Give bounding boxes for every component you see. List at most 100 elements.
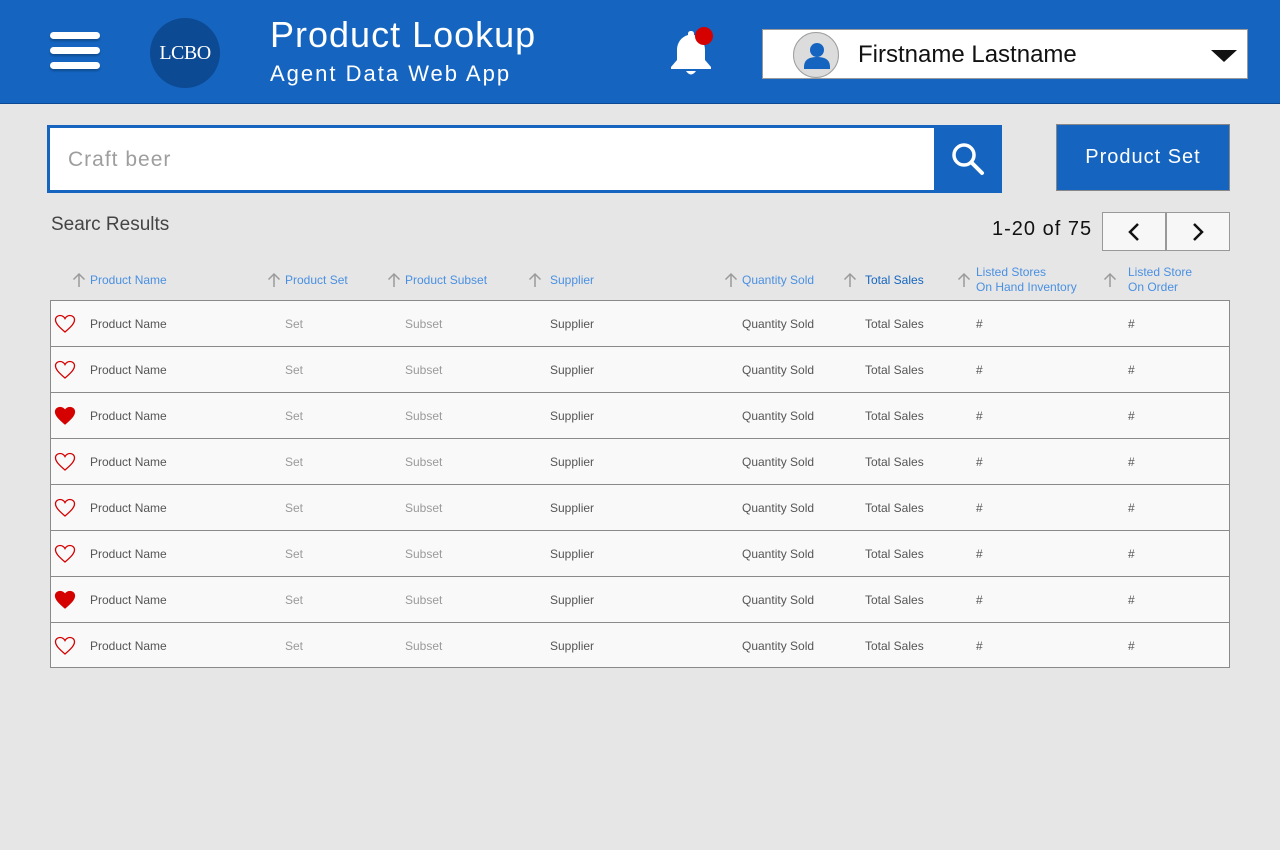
cell-supplier: Supplier bbox=[550, 363, 595, 377]
avatar bbox=[793, 32, 839, 78]
product-set-button[interactable]: Product Set bbox=[1056, 124, 1230, 191]
cell-product-name: Product Name bbox=[90, 409, 167, 423]
col-quantity-sold[interactable]: Quantity Sold bbox=[742, 273, 814, 288]
cell-on-order: # bbox=[1128, 363, 1135, 377]
cell-on-hand: # bbox=[976, 455, 983, 469]
table-row[interactable]: Product Name Set Subset Supplier Quantity So… bbox=[51, 531, 1229, 577]
cell-total-sales: Total Sales bbox=[865, 501, 924, 515]
col-product-set[interactable]: Product Set bbox=[285, 273, 348, 288]
cell-product-name: Product Name bbox=[90, 455, 167, 469]
cell-product-subset: Subset bbox=[405, 639, 443, 653]
cell-total-sales: Total Sales bbox=[865, 317, 924, 331]
app-subtitle: Agent Data Web App bbox=[270, 61, 512, 86]
column-header-label: Supplier bbox=[550, 273, 595, 287]
search-icon bbox=[952, 143, 984, 175]
hamburger-icon[interactable] bbox=[50, 31, 101, 73]
cell-total-sales: Total Sales bbox=[865, 547, 924, 561]
heart-outline-icon[interactable] bbox=[54, 636, 76, 656]
column-header-label: Total Sales bbox=[865, 273, 924, 287]
heart-outline-icon[interactable] bbox=[54, 498, 76, 518]
col-product-name[interactable]: Product Name bbox=[90, 273, 167, 288]
table-row[interactable]: Product Name Set Subset Supplier Quantity So… bbox=[51, 577, 1229, 623]
sort-arrow-icon[interactable] bbox=[957, 272, 971, 288]
cell-product-name: Product Name bbox=[90, 593, 167, 607]
cell-on-order: # bbox=[1128, 593, 1135, 607]
cell-on-hand: # bbox=[976, 501, 983, 515]
sort-arrow-icon[interactable] bbox=[387, 272, 401, 288]
notification-badge bbox=[695, 27, 713, 45]
cell-product-subset: Subset bbox=[405, 455, 443, 469]
cell-on-order: # bbox=[1128, 409, 1135, 423]
chevron-left-icon bbox=[1128, 222, 1139, 241]
cell-total-sales: Total Sales bbox=[865, 639, 924, 653]
heart-outline-icon[interactable] bbox=[54, 314, 76, 334]
search-button[interactable] bbox=[934, 125, 1002, 193]
sort-arrow-icon[interactable] bbox=[1103, 272, 1117, 288]
cell-on-hand: # bbox=[976, 593, 983, 607]
cell-product-set: Set bbox=[285, 593, 304, 607]
col-on-order-inventory[interactable]: Listed Store On Order bbox=[1128, 265, 1192, 295]
col-supplier[interactable]: Supplier bbox=[550, 273, 594, 288]
table-row[interactable]: Product Name Set Subset Supplier Quantity So… bbox=[51, 623, 1229, 669]
cell-supplier: Supplier bbox=[550, 593, 595, 607]
cell-product-subset: Subset bbox=[405, 501, 443, 515]
cell-product-set: Set bbox=[285, 547, 304, 561]
sort-arrow-icon[interactable] bbox=[72, 272, 86, 288]
app-title: Product Lookup bbox=[270, 14, 537, 55]
cell-on-order: # bbox=[1128, 639, 1135, 653]
sort-arrow-icon[interactable] bbox=[843, 272, 857, 288]
cell-supplier: Supplier bbox=[550, 317, 595, 331]
column-header-label: Product Subset bbox=[405, 273, 488, 287]
heart-outline-icon[interactable] bbox=[54, 544, 76, 564]
table-row[interactable]: Product Name Set Subset Supplier Quantity So… bbox=[51, 301, 1229, 347]
sort-arrow-icon[interactable] bbox=[528, 272, 542, 288]
col-product-subset[interactable]: Product Subset bbox=[405, 273, 487, 288]
cell-on-hand: # bbox=[976, 363, 983, 377]
heart-filled-icon[interactable] bbox=[54, 590, 76, 610]
sort-arrow-icon[interactable] bbox=[267, 272, 281, 288]
heart-filled-icon[interactable] bbox=[54, 406, 76, 426]
search-input[interactable] bbox=[68, 142, 908, 178]
user-menu-dropdown[interactable]: Firstname Lastname bbox=[762, 29, 1248, 79]
cell-product-subset: Subset bbox=[405, 317, 443, 331]
cell-quantity-sold: Quantity Sold bbox=[742, 455, 815, 469]
cell-product-subset: Subset bbox=[405, 593, 443, 607]
cell-product-name: Product Name bbox=[90, 547, 167, 561]
results-table: Product Name Set Subset Supplier Quantity So… bbox=[50, 300, 1230, 668]
cell-supplier: Supplier bbox=[550, 501, 595, 515]
table-row[interactable]: Product Name Set Subset Supplier Quantity So… bbox=[51, 393, 1229, 439]
cell-supplier: Supplier bbox=[550, 547, 595, 561]
cell-product-subset: Subset bbox=[405, 363, 443, 377]
cell-quantity-sold: Quantity Sold bbox=[742, 639, 815, 653]
col-on-hand-inventory[interactable]: Listed Stores On Hand Inventory bbox=[976, 265, 1077, 295]
cell-quantity-sold: Quantity Sold bbox=[742, 547, 815, 561]
table-row[interactable]: Product Name Set Subset Supplier Quantity So… bbox=[51, 439, 1229, 485]
cell-product-name: Product Name bbox=[90, 501, 167, 515]
cell-product-set: Set bbox=[285, 455, 304, 469]
heart-outline-icon[interactable] bbox=[54, 452, 76, 472]
cell-product-set: Set bbox=[285, 639, 304, 653]
table-row[interactable]: Product Name Set Subset Supplier Quantity So… bbox=[51, 485, 1229, 531]
cell-quantity-sold: Quantity Sold bbox=[742, 501, 815, 515]
col-total-sales[interactable]: Total Sales bbox=[865, 273, 924, 288]
previous-page-button[interactable] bbox=[1102, 212, 1166, 251]
sort-arrow-icon[interactable] bbox=[724, 272, 738, 288]
column-header-label: Quantity Sold bbox=[742, 273, 815, 287]
next-page-button[interactable] bbox=[1166, 212, 1230, 251]
cell-product-set: Set bbox=[285, 317, 304, 331]
cell-on-hand: # bbox=[976, 317, 983, 331]
table-row[interactable]: Product Name Set Subset Supplier Quantity So… bbox=[51, 347, 1229, 393]
cell-on-hand: # bbox=[976, 547, 983, 561]
column-header-sublabel: On Hand Inventory bbox=[976, 280, 1077, 294]
cell-total-sales: Total Sales bbox=[865, 409, 924, 423]
column-header-label: Product Set bbox=[285, 273, 348, 287]
cell-supplier: Supplier bbox=[550, 639, 595, 653]
cell-on-order: # bbox=[1128, 317, 1135, 331]
column-header-label: Listed Store bbox=[1128, 265, 1193, 279]
caret-down-icon bbox=[1211, 50, 1237, 62]
cell-on-hand: # bbox=[976, 409, 983, 423]
heart-outline-icon[interactable] bbox=[54, 360, 76, 380]
cell-total-sales: Total Sales bbox=[865, 363, 924, 377]
cell-total-sales: Total Sales bbox=[865, 455, 924, 469]
search-box bbox=[47, 125, 935, 193]
